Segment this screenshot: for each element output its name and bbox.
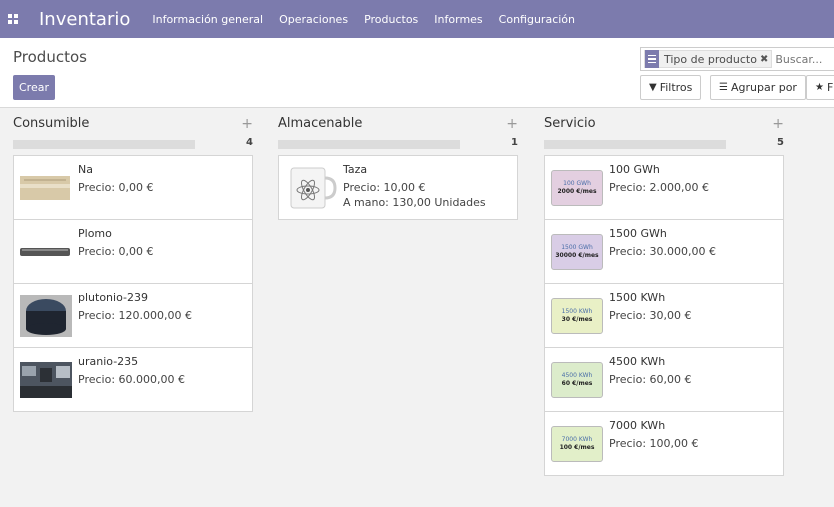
voucher-image: 4500 KWh 60 €/mes — [551, 362, 603, 398]
voucher-bottom: 2000 €/mes — [557, 188, 597, 195]
kanban-card[interactable]: 7000 KWh 100 €/mes 7000 KWh Precio: 100,… — [544, 411, 784, 476]
card-price: Precio: 0,00 € — [78, 245, 154, 258]
voucher-bottom: 100 €/mes — [559, 444, 595, 451]
kanban-card[interactable]: 1500 GWh 30000 €/mes 1500 GWh Precio: 30… — [544, 219, 784, 284]
bars-icon: ☰ — [719, 82, 728, 93]
column-title: Almacenable — [278, 116, 363, 131]
kanban-card[interactable]: Taza Precio: 10,00 € A mano: 130,00 Unid… — [278, 155, 518, 220]
card-name: uranio-235 — [78, 355, 139, 368]
card-name: Plomo — [78, 227, 112, 240]
kanban-card[interactable]: uranio-235 Precio: 60.000,00 € — [13, 347, 253, 412]
voucher-top: 100 GWh — [563, 180, 591, 187]
star-icon: ★ — [815, 82, 824, 93]
voucher-image: 100 GWh 2000 €/mes — [551, 170, 603, 206]
card-name: Na — [78, 163, 93, 176]
voucher-top: 1500 KWh — [561, 308, 593, 315]
column-progress-bar — [13, 140, 195, 149]
column-header: Servicio + 5 — [544, 108, 784, 156]
column-count: 5 — [777, 137, 784, 148]
search-input[interactable] — [775, 52, 834, 66]
voucher-top: 1500 GWh — [561, 244, 593, 251]
card-name: plutonio-239 — [78, 291, 148, 304]
column-progress-bar — [278, 140, 460, 149]
voucher-bottom: 30 €/mes — [561, 316, 593, 323]
menu-item-informacion-general[interactable]: Información general — [152, 13, 263, 26]
sodium-bar-image — [20, 170, 72, 206]
column-progress-bar — [544, 140, 726, 149]
voucher-image: 1500 GWh 30000 €/mes — [551, 234, 603, 270]
kanban-card[interactable]: 4500 KWh 60 €/mes 4500 KWh Precio: 60,00… — [544, 347, 784, 412]
menu-item-configuracion[interactable]: Configuración — [499, 13, 575, 26]
voucher-bottom: 60 €/mes — [561, 380, 593, 387]
search-bar: Tipo de producto ✖ — [640, 47, 834, 71]
kanban-column-servicio: Servicio + 5 100 GWh 2000 €/mes 100 GWh … — [544, 108, 784, 476]
voucher-bottom: 30000 €/mes — [555, 252, 599, 259]
card-name: 4500 KWh — [609, 355, 666, 368]
favorites-label: F — [826, 81, 834, 94]
kanban-card[interactable]: Plomo Precio: 0,00 € — [13, 219, 253, 284]
voucher-top: 4500 KWh — [561, 372, 593, 379]
filter-icon: ▼ — [649, 82, 657, 93]
facet-remove-icon[interactable]: ✖ — [760, 54, 771, 65]
column-header: Almacenable + 1 — [278, 108, 518, 156]
column-count: 1 — [511, 137, 518, 148]
filters-button[interactable]: ▼ Filtros — [640, 75, 702, 100]
menu-item-productos[interactable]: Productos — [364, 13, 418, 26]
kanban-card[interactable]: Na Precio: 0,00 € — [13, 155, 253, 220]
breadcrumb: Productos — [13, 48, 87, 66]
card-name: 1500 GWh — [609, 227, 667, 240]
voucher-top: 7000 KWh — [561, 436, 593, 443]
card-price: Precio: 10,00 € — [343, 181, 426, 194]
group-by-label: Agrupar por — [730, 81, 797, 94]
kanban-card[interactable]: plutonio-239 Precio: 120.000,00 € — [13, 283, 253, 348]
kanban-column-almacenable: Almacenable + 1 Taza Precio: 10,00 € A m… — [278, 108, 518, 220]
column-header: Consumible + 4 — [13, 108, 253, 156]
menu-item-informes[interactable]: Informes — [434, 13, 482, 26]
card-name: 1500 KWh — [609, 291, 666, 304]
group-by-icon — [645, 50, 659, 68]
apps-menu-icon[interactable] — [0, 0, 26, 38]
filters-label: Filtros — [659, 81, 693, 94]
add-record-icon[interactable]: + — [241, 116, 253, 132]
card-price: Precio: 60.000,00 € — [78, 373, 186, 386]
card-price: Precio: 30.000,00 € — [609, 245, 717, 258]
card-price: Precio: 2.000,00 € — [609, 181, 710, 194]
voucher-image: 7000 KWh 100 €/mes — [551, 426, 603, 462]
column-title: Consumible — [13, 116, 90, 131]
app-brand[interactable]: Inventario — [39, 9, 130, 30]
uranium-lab-image — [20, 362, 72, 398]
add-record-icon[interactable]: + — [506, 116, 518, 132]
voucher-image: 1500 KWh 30 €/mes — [551, 298, 603, 334]
top-navbar: Inventario Información general Operacion… — [0, 0, 834, 38]
lead-bar-image — [20, 234, 72, 270]
menu-item-operaciones[interactable]: Operaciones — [279, 13, 348, 26]
control-panel: Productos Crear Tipo de producto ✖ ▼ Fil… — [0, 38, 834, 108]
card-price: Precio: 100,00 € — [609, 437, 699, 450]
group-by-button[interactable]: ☰ Agrupar por — [710, 75, 806, 100]
card-name: 7000 KWh — [609, 419, 666, 432]
card-stock: A mano: 130,00 Unidades — [343, 196, 486, 209]
favorites-button[interactable]: ★ F — [806, 75, 834, 100]
add-record-icon[interactable]: + — [772, 116, 784, 132]
card-price: Precio: 60,00 € — [609, 373, 692, 386]
column-title: Servicio — [544, 116, 596, 131]
card-price: Precio: 0,00 € — [78, 181, 154, 194]
facet-label: Tipo de producto — [664, 52, 757, 66]
plutonium-disc-image — [20, 295, 72, 337]
column-count: 4 — [246, 137, 253, 148]
card-name: 100 GWh — [609, 163, 660, 176]
kanban-card[interactable]: 100 GWh 2000 €/mes 100 GWh Precio: 2.000… — [544, 155, 784, 220]
kanban-card[interactable]: 1500 KWh 30 €/mes 1500 KWh Precio: 30,00… — [544, 283, 784, 348]
search-facet: Tipo de producto ✖ — [644, 50, 773, 68]
card-price: Precio: 30,00 € — [609, 309, 692, 322]
mug-image — [285, 164, 337, 212]
create-button[interactable]: Crear — [13, 75, 55, 100]
card-price: Precio: 120.000,00 € — [78, 309, 193, 322]
kanban-column-consumible: Consumible + 4 Na Precio: 0,00 € Plomo P… — [13, 108, 253, 412]
card-name: Taza — [343, 163, 368, 176]
